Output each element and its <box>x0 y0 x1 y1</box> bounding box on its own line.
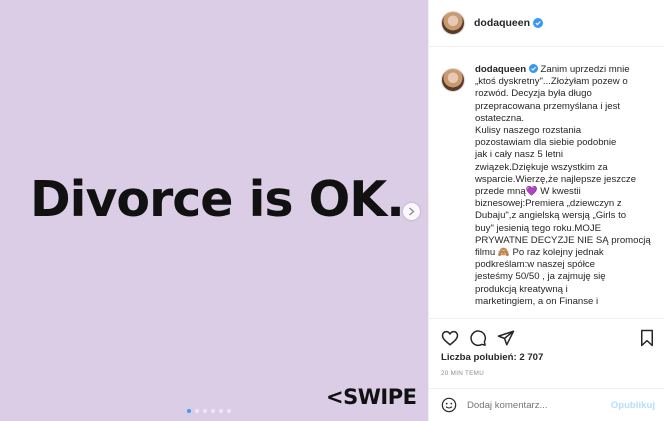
post-comment-button[interactable]: Opublikuj <box>611 400 655 411</box>
likes-count[interactable]: Liczba polubień: 2 707 <box>441 352 543 363</box>
carousel-dot <box>195 409 199 413</box>
swipe-label: <SWIPE <box>326 385 417 409</box>
share-icon[interactable] <box>497 329 515 347</box>
carousel-dot <box>211 409 215 413</box>
carousel-indicator <box>187 409 231 413</box>
caption-line: przede mną💜 W kwestii <box>475 186 581 198</box>
caption-line: buy" jesienią tego roku.MOJE <box>475 222 602 234</box>
carousel-dot <box>227 409 231 413</box>
comment-input[interactable] <box>467 399 597 411</box>
caption-avatar[interactable] <box>441 68 465 92</box>
caption-line: pozostawiam dla siebie podobnie <box>475 137 617 149</box>
caption-line: „ktoś dyskretny"...Złożyłam pozew o <box>475 76 628 88</box>
comment-bar: Opublikuj <box>429 388 664 421</box>
caption-line: wsparcie.Wierzę,że najlepsze jeszcze <box>475 173 637 185</box>
caption-line: produkcją kreatywną i <box>475 283 568 295</box>
media-headline: Divorce is OK. <box>30 171 405 228</box>
verified-badge-icon <box>528 64 538 73</box>
caption-line: biznesowej:Premiera „dziewczyn z <box>475 198 622 210</box>
caption-line: PRYWATNE DECYZJE NIE SĄ promocją <box>475 234 651 246</box>
caption-line: ostateczna. <box>475 112 525 124</box>
post-media[interactable]: Divorce is OK. <SWIPE <box>0 0 428 421</box>
caption-line: przepracowana przemyślana i jest <box>475 100 621 112</box>
caption-line: podkreślam:w naszej spółce <box>475 259 595 271</box>
comment-icon[interactable] <box>469 329 487 347</box>
avatar[interactable] <box>441 11 465 35</box>
carousel-dot <box>219 409 223 413</box>
bookmark-icon[interactable] <box>639 329 655 347</box>
post-timestamp[interactable]: 20 MIN TEMU <box>441 370 484 377</box>
next-slide-button[interactable] <box>403 203 420 220</box>
caption-line: rozwód. Decyzja była długo <box>475 88 592 100</box>
post-caption: dodaqueen Zanim uprzedzi mnie „ktoś dysk… <box>429 56 664 317</box>
caption-line: filmu 🙈 Po raz kolejny jednak <box>475 247 604 259</box>
post-side-panel: dodaqueen dodaqueen Zanim uprzedzi mnie … <box>428 0 664 421</box>
caption-line: jak i cały nasz 5 letni <box>475 149 563 161</box>
post-actions <box>429 318 664 356</box>
caption-line: Kulisy naszego rozstania <box>475 125 582 137</box>
author-username[interactable]: dodaqueen <box>474 17 530 29</box>
carousel-dot <box>187 409 191 413</box>
post-header: dodaqueen <box>429 0 664 47</box>
verified-badge-icon <box>533 18 544 28</box>
heart-icon[interactable] <box>441 329 459 347</box>
caption-line: dodaqueen Zanim uprzedzi mnie <box>475 64 630 75</box>
caption-username[interactable]: dodaqueen <box>475 64 526 75</box>
caption-text: dodaqueen Zanim uprzedzi mnie „ktoś dysk… <box>475 64 655 317</box>
caption-line: Dubaju",z angielską wersją „Girls to <box>475 210 627 222</box>
caption-fade <box>429 307 664 317</box>
caption-line: jesteśmy 50/50 , ja zajmuję się <box>475 271 606 283</box>
chevron-right-icon <box>409 207 415 216</box>
carousel-dot <box>203 409 207 413</box>
caption-line: związek.Dziękuje wszystkim za <box>475 161 608 173</box>
emoji-icon[interactable] <box>441 397 457 413</box>
